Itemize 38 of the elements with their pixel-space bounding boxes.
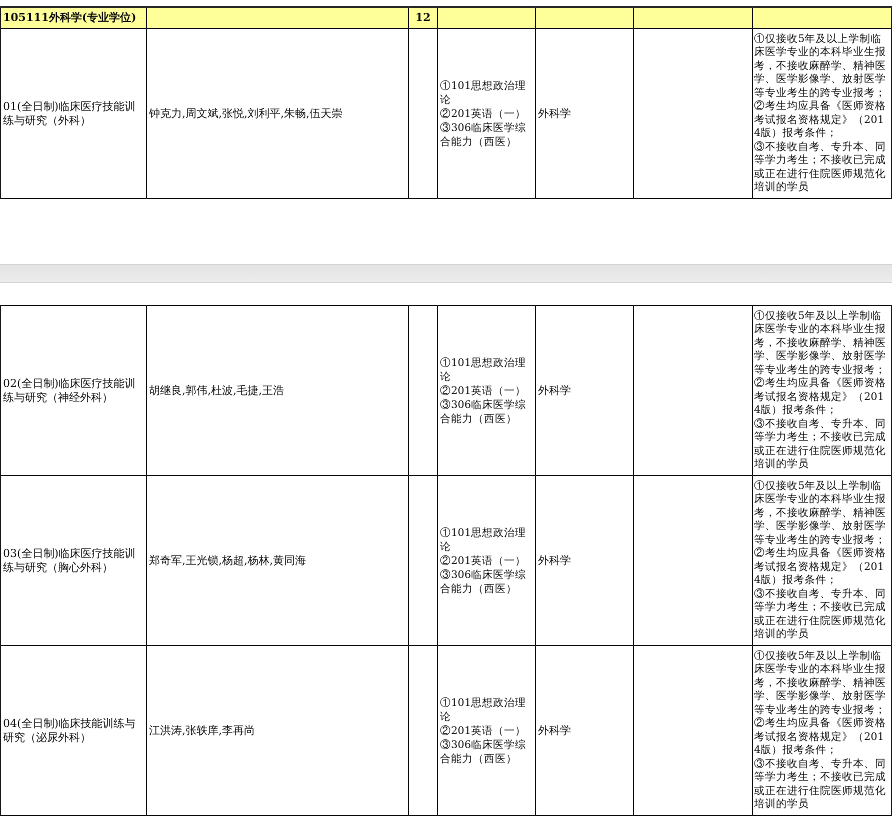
- exam-subject: ③306临床医学综合能力（西医）: [440, 120, 528, 148]
- quota-count: 12: [415, 11, 431, 24]
- major-title: 105111外科学(专业学位): [3, 11, 136, 24]
- supervisor-names: 江洪涛,张轶庠,李再尚: [149, 724, 255, 736]
- requirement-note: ②考生均应具备《医师资格考试报名资格规定》（2014版）报考条件；: [754, 547, 887, 588]
- subject-name: 外科学: [538, 724, 571, 736]
- exam-subject: ②201英语（一）: [440, 384, 528, 398]
- supervisor-names: 胡继良,郭伟,杜波,毛捷,王浩: [149, 384, 284, 396]
- requirement-note: ②考生均应具备《医师资格考试报名资格规定》（2014版）报考条件；: [754, 377, 887, 418]
- subject-name: 外科学: [538, 554, 571, 566]
- research-direction: 04(全日制)临床技能训练与研究（泌尿外科）: [3, 716, 136, 744]
- exam-subject: ①101思想政治理论: [440, 356, 528, 384]
- exam-subject: ①101思想政治理论: [440, 526, 528, 554]
- exam-subject: ①101思想政治理论: [440, 78, 528, 106]
- requirement-note: ①仅接收5年及以上学制临床医学专业的本科毕业生报考，不接收麻醉学、精神医学、医学影像学、放射医学等专业考生的跨专业报考；: [754, 310, 887, 377]
- requirement-note: ②考生均应具备《医师资格考试报名资格规定》（2014版）报考条件；: [754, 717, 887, 758]
- requirement-note: ①仅接收5年及以上学制临床医学专业的本科毕业生报考，不接收麻醉学、精神医学、医学影像学、放射医学等专业考生的跨专业报考；: [754, 480, 887, 547]
- exam-subject: ③306临床医学综合能力（西医）: [440, 398, 528, 426]
- subject-name: 外科学: [538, 106, 571, 120]
- exam-subject: ①101思想政治理论: [440, 696, 528, 724]
- requirement-note: ③不接收自考、专升本、同等学力考生；不接收已完成或正在进行住院医师规范化培训的学员: [754, 758, 887, 812]
- exam-subject: ②201英语（一）: [440, 724, 528, 738]
- subject-name: 外科学: [538, 384, 571, 396]
- exam-subject: ②201英语（一）: [440, 554, 528, 568]
- requirement-note: ③不接收自考、专升本、同等学力考生；不接收已完成或正在进行住院医师规范化培训的学员: [754, 140, 887, 194]
- research-direction: 01(全日制)临床医疗技能训练与研究（外科）: [3, 100, 136, 126]
- supervisor-names: 郑奇军,王光锁,杨超,杨林,黄同海: [149, 554, 306, 566]
- exam-subject: ③306临床医学综合能力（西医）: [440, 738, 528, 766]
- exam-subject: ③306临床医学综合能力（西医）: [440, 568, 528, 596]
- exam-subject: ②201英语（一）: [440, 106, 528, 120]
- research-direction: 03(全日制)临床医疗技能训练与研究（胸心外科）: [3, 546, 136, 574]
- requirement-note: ③不接收自考、专升本、同等学力考生；不接收已完成或正在进行住院医师规范化培训的学员: [754, 418, 887, 472]
- requirement-note: ③不接收自考、专升本、同等学力考生；不接收已完成或正在进行住院医师规范化培训的学员: [754, 588, 887, 642]
- research-direction: 02(全日制)临床医疗技能训练与研究（神经外科）: [3, 376, 136, 404]
- supervisor-names: 钟克力,周文斌,张悦,刘利平,朱畅,伍天崇: [149, 106, 342, 120]
- requirement-note: ①仅接收5年及以上学制临床医学专业的本科毕业生报考，不接收麻醉学、精神医学、医学影像学、放射医学等专业考生的跨专业报考；: [754, 32, 887, 100]
- requirement-note: ①仅接收5年及以上学制临床医学专业的本科毕业生报考，不接收麻醉学、精神医学、医学影像学、放射医学等专业考生的跨专业报考；: [754, 650, 887, 717]
- requirement-note: ②考生均应具备《医师资格考试报名资格规定》（2014版）报考条件；: [754, 100, 887, 140]
